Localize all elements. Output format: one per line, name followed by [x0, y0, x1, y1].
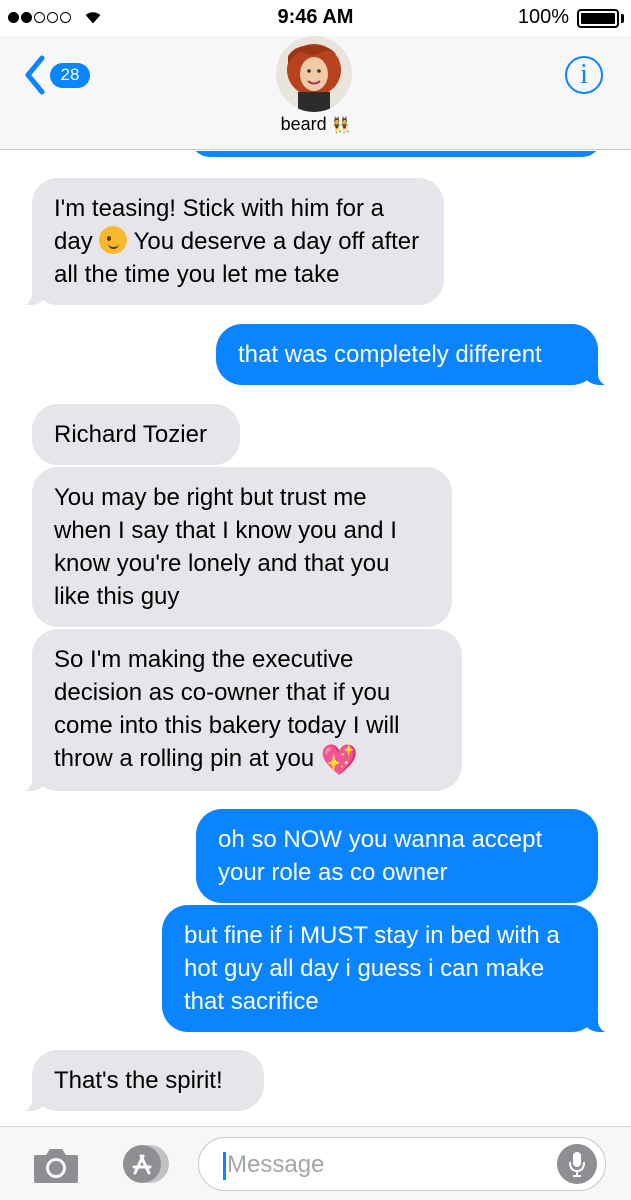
message-bubble-incoming[interactable]: So I'm making the executive decision as … [20, 629, 462, 792]
contact-name[interactable]: beard 👯 [0, 114, 631, 135]
back-chevron-icon [25, 55, 45, 95]
text-caret [223, 1152, 226, 1180]
message-bubble-incoming[interactable]: I'm teasing! Stick with him for a day Yo… [20, 178, 444, 306]
message-input[interactable] [227, 1146, 547, 1184]
message-bubble-incoming[interactable]: That's the spirit! [20, 1050, 264, 1112]
avatar-image [276, 36, 352, 112]
partial-outgoing-bubble [190, 151, 602, 157]
winking-face-emoji [99, 226, 128, 254]
contact-emoji: 👯 [331, 117, 351, 134]
microphone-icon [569, 1152, 585, 1177]
microphone-button[interactable] [557, 1144, 597, 1184]
info-icon: i [580, 59, 588, 90]
message-bubble-outgoing[interactable]: that was completely different [216, 324, 610, 386]
battery-icon [577, 9, 619, 28]
app-store-icon[interactable] [112, 1143, 172, 1185]
battery-percent: 100% [517, 6, 569, 28]
message-bubble-incoming[interactable]: You may be right but trust me when I say… [32, 467, 452, 627]
camera-icon[interactable] [32, 1147, 80, 1185]
contact-avatar[interactable] [276, 36, 352, 112]
sparkling-heart-emoji: 💖 [320, 744, 359, 777]
message-thread[interactable]: I'm teasing! Stick with him for a day Yo… [0, 151, 631, 1126]
battery-nub [621, 14, 624, 23]
message-bubble-incoming[interactable]: Richard Tozier [32, 404, 240, 465]
unread-count-badge: 28 [50, 62, 90, 88]
back-button[interactable]: 28 [22, 54, 90, 96]
message-bubble-outgoing[interactable]: but fine if i MUST stay in bed with a ho… [162, 905, 610, 1033]
conversation-header: 28 beard 👯 i [0, 36, 631, 150]
message-bubble-outgoing[interactable]: oh so NOW you wanna accept your role as … [196, 809, 598, 903]
status-bar: 9:46 AM 100% [0, 0, 631, 36]
info-button[interactable]: i [565, 56, 603, 94]
composer-bar [0, 1126, 631, 1200]
message-input-field[interactable] [198, 1137, 606, 1191]
